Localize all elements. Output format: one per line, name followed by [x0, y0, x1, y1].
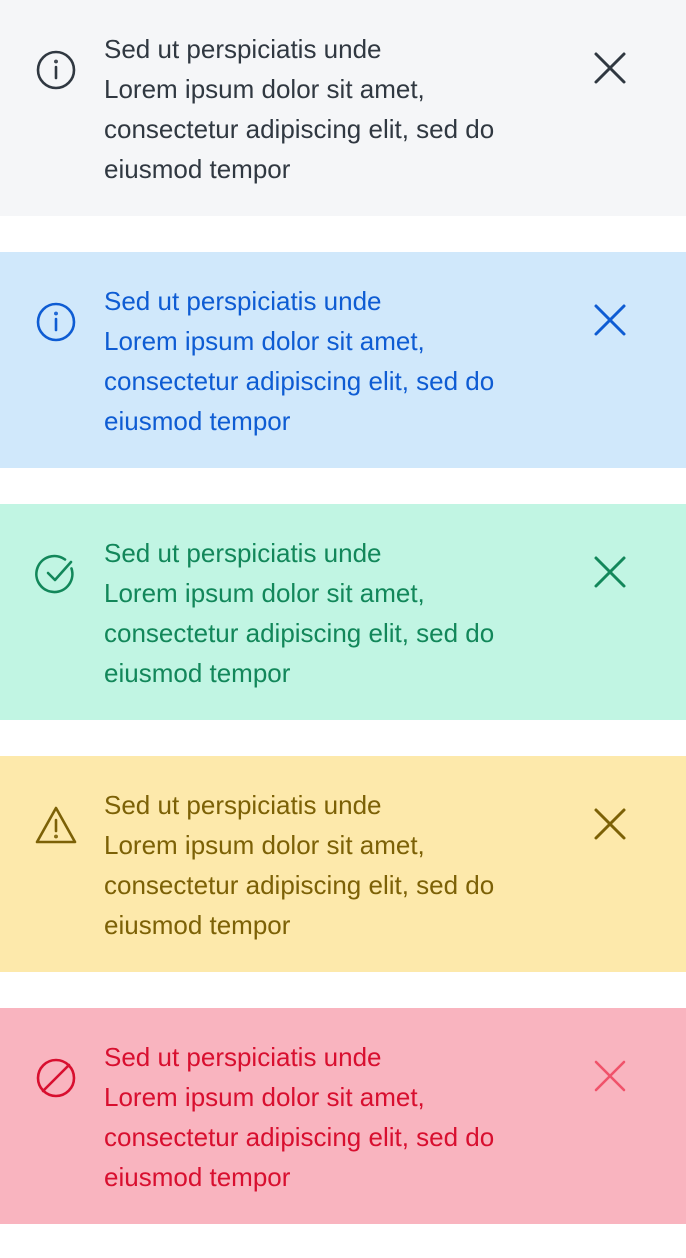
alert-body-line: eiusmod tempor	[104, 154, 291, 184]
blocked-icon	[34, 1056, 78, 1100]
alert-body-line: Lorem ipsum dolor sit amet,	[104, 74, 425, 104]
alert-message: Sed ut perspiciatis unde Lorem ipsum dol…	[104, 29, 544, 189]
alert-body-line: eiusmod tempor	[104, 406, 291, 436]
alert-success: Sed ut perspiciatis unde Lorem ipsum dol…	[0, 504, 686, 720]
alert-title: Sed ut perspiciatis unde	[104, 790, 382, 820]
alert-body-line: consectetur adipiscing elit, sed do	[104, 1122, 495, 1152]
alert-message: Sed ut perspiciatis unde Lorem ipsum dol…	[104, 785, 544, 945]
alert-title: Sed ut perspiciatis unde	[104, 34, 382, 64]
close-icon[interactable]	[588, 1054, 632, 1098]
info-icon	[34, 300, 78, 344]
close-icon[interactable]	[588, 46, 632, 90]
alert-body-line: Lorem ipsum dolor sit amet,	[104, 578, 425, 608]
warning-triangle-icon	[34, 804, 78, 848]
close-icon[interactable]	[588, 550, 632, 594]
alert-info: Sed ut perspiciatis unde Lorem ipsum dol…	[0, 252, 686, 468]
alert-neutral: Sed ut perspiciatis unde Lorem ipsum dol…	[0, 0, 686, 216]
alert-body-line: consectetur adipiscing elit, sed do	[104, 114, 495, 144]
alert-warning: Sed ut perspiciatis unde Lorem ipsum dol…	[0, 756, 686, 972]
close-icon[interactable]	[588, 802, 632, 846]
alert-message: Sed ut perspiciatis unde Lorem ipsum dol…	[104, 533, 544, 693]
check-circle-icon	[34, 552, 78, 596]
alert-title: Sed ut perspiciatis unde	[104, 1042, 382, 1072]
alert-body-line: Lorem ipsum dolor sit amet,	[104, 326, 425, 356]
alert-title: Sed ut perspiciatis unde	[104, 538, 382, 568]
alert-message: Sed ut perspiciatis unde Lorem ipsum dol…	[104, 281, 544, 441]
info-icon	[34, 48, 78, 92]
alert-body-line: consectetur adipiscing elit, sed do	[104, 366, 495, 396]
alert-body-line: Lorem ipsum dolor sit amet,	[104, 1082, 425, 1112]
alert-body-line: consectetur adipiscing elit, sed do	[104, 618, 495, 648]
alert-body-line: eiusmod tempor	[104, 910, 291, 940]
alert-body-line: eiusmod tempor	[104, 1162, 291, 1192]
alert-body-line: Lorem ipsum dolor sit amet,	[104, 830, 425, 860]
close-icon[interactable]	[588, 298, 632, 342]
alert-body-line: eiusmod tempor	[104, 658, 291, 688]
alert-message: Sed ut perspiciatis unde Lorem ipsum dol…	[104, 1037, 544, 1197]
alert-body-line: consectetur adipiscing elit, sed do	[104, 870, 495, 900]
alert-danger: Sed ut perspiciatis unde Lorem ipsum dol…	[0, 1008, 686, 1224]
alert-title: Sed ut perspiciatis unde	[104, 286, 382, 316]
